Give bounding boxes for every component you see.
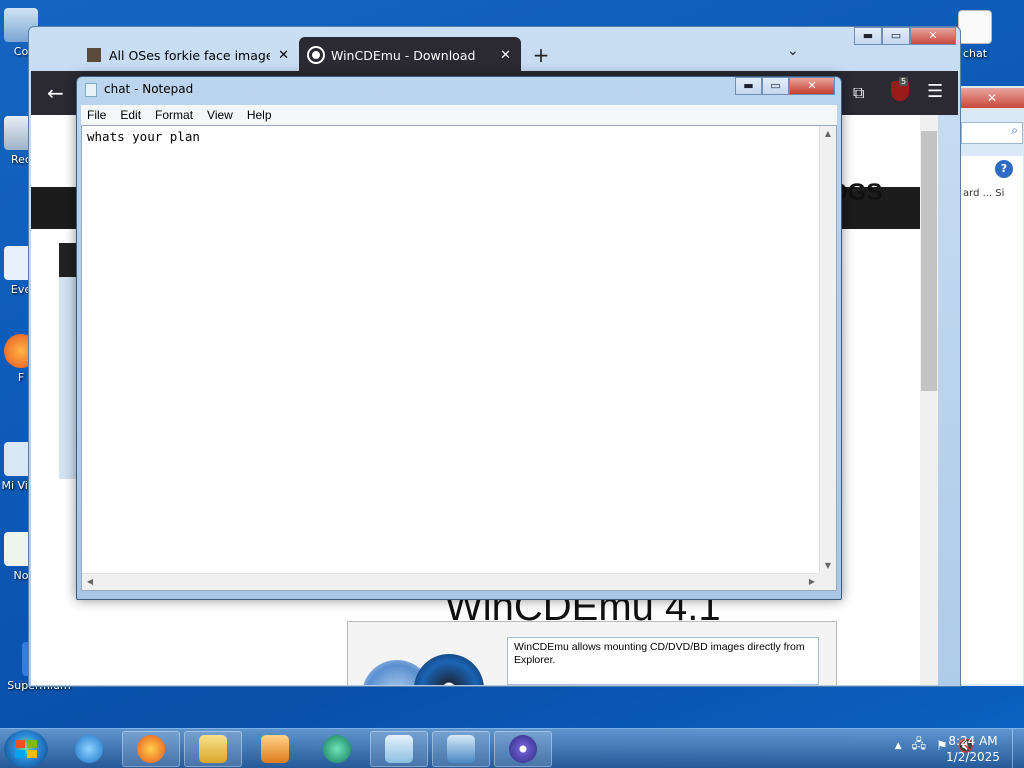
maximize-button[interactable]: ▭ bbox=[882, 27, 910, 45]
window-controls: ▬ ▭ ✕ bbox=[854, 27, 956, 45]
taskbar-explorer[interactable] bbox=[184, 731, 242, 767]
explorer-close-button[interactable]: ✕ bbox=[959, 88, 1024, 108]
taskbar-firefox[interactable] bbox=[122, 731, 180, 767]
menu-file[interactable]: File bbox=[87, 108, 106, 122]
chat-app-icon bbox=[323, 735, 351, 763]
horizontal-scrollbar[interactable]: ◀ ▶ bbox=[82, 573, 820, 590]
windows-logo-icon bbox=[15, 740, 37, 758]
menu-edit[interactable]: Edit bbox=[120, 108, 141, 122]
extensions-icon[interactable]: ⧉ bbox=[853, 83, 864, 103]
page-scrollbar[interactable] bbox=[920, 115, 938, 685]
desktop-icon-label: F bbox=[17, 371, 25, 384]
notepad-icon bbox=[385, 735, 413, 763]
notepad-titlebar[interactable]: chat - Notepad ▬ ▭ ✕ bbox=[77, 77, 841, 103]
taskbar-media-player[interactable] bbox=[246, 731, 304, 767]
disc-icon bbox=[509, 735, 537, 763]
notepad-icon bbox=[85, 83, 97, 97]
text-editor[interactable]: whats your plan ▲ ▼ ◀ ▶ bbox=[81, 125, 837, 591]
scroll-up-arrow-icon[interactable]: ▲ bbox=[820, 126, 836, 142]
search-icon: ⌕ bbox=[1011, 123, 1018, 137]
desktop-icon-label: No bbox=[13, 569, 29, 582]
clock[interactable]: 8:24 AM 1/2/2025 bbox=[938, 733, 1008, 765]
taskbar-notepad[interactable] bbox=[370, 731, 428, 767]
scroll-right-arrow-icon[interactable]: ▶ bbox=[804, 574, 820, 590]
taskbar-app[interactable] bbox=[308, 731, 366, 767]
tab-strip: All OSes forkie face image.jpg ✕ WinCDEm… bbox=[77, 37, 561, 73]
desktop-icon-label: Co bbox=[13, 45, 29, 58]
explorer-window: ✕ ⌕ ? ard ... Si bbox=[958, 86, 1024, 686]
menu-help[interactable]: Help bbox=[247, 108, 272, 122]
tab-forkie-image[interactable]: All OSes forkie face image.jpg ✕ bbox=[77, 37, 299, 73]
scrollbar-thumb[interactable] bbox=[921, 131, 937, 391]
vertical-scrollbar[interactable]: ▲ ▼ bbox=[819, 126, 836, 574]
close-button[interactable]: ✕ bbox=[789, 77, 835, 95]
media-player-icon bbox=[261, 735, 289, 763]
network-icon[interactable]: 🖧 bbox=[912, 735, 927, 757]
new-tab-button[interactable]: + bbox=[521, 37, 561, 73]
explorer-search-box[interactable]: ⌕ bbox=[961, 122, 1023, 144]
window-controls: ▬ ▭ ✕ bbox=[735, 77, 835, 95]
folder-icon bbox=[199, 735, 227, 763]
desktop-icon-label: chat bbox=[962, 47, 988, 60]
notepad-window: chat - Notepad ▬ ▭ ✕ File Edit Format Vi… bbox=[76, 76, 842, 600]
tray-expand-icon[interactable]: ▲ bbox=[895, 741, 902, 751]
help-icon[interactable]: ? bbox=[995, 160, 1013, 178]
maximize-button[interactable]: ▭ bbox=[762, 77, 789, 95]
window-title: chat - Notepad bbox=[104, 82, 194, 96]
product-description: WinCDEmu allows mounting CD/DVD/BD image… bbox=[507, 637, 819, 685]
clock-date: 1/2/2025 bbox=[946, 750, 1000, 764]
column-headers: ard ... Si bbox=[963, 188, 1005, 199]
tab-list-chevron-icon[interactable]: ⌄ bbox=[787, 43, 799, 59]
window-icon bbox=[447, 735, 475, 763]
minimize-button[interactable]: ▬ bbox=[735, 77, 762, 95]
scroll-down-arrow-icon[interactable]: ▼ bbox=[820, 558, 836, 574]
scroll-left-arrow-icon[interactable]: ◀ bbox=[82, 574, 98, 590]
back-arrow-icon[interactable]: ← bbox=[47, 81, 64, 105]
gear-favicon-icon bbox=[307, 46, 325, 64]
menu-view[interactable]: View bbox=[207, 108, 233, 122]
hamburger-menu-icon[interactable]: ☰ bbox=[927, 81, 943, 102]
clock-time: 8:24 AM bbox=[948, 734, 998, 748]
tab-title: WinCDEmu - Download bbox=[331, 47, 476, 63]
text-file-icon bbox=[958, 10, 992, 44]
editor-content: whats your plan bbox=[87, 129, 200, 144]
internet-explorer-icon bbox=[75, 735, 103, 763]
close-button[interactable]: ✕ bbox=[910, 27, 956, 45]
firefox-icon bbox=[137, 735, 165, 763]
tab-close-icon[interactable]: ✕ bbox=[500, 48, 511, 63]
taskbar-window[interactable] bbox=[432, 731, 490, 767]
ublock-badge: 5 bbox=[899, 77, 909, 86]
tab-wincdemu[interactable]: WinCDEmu - Download ✕ bbox=[299, 37, 521, 73]
minimize-button[interactable]: ▬ bbox=[854, 27, 882, 45]
tab-title: All OSes forkie face image.jpg bbox=[109, 47, 271, 63]
start-button[interactable] bbox=[4, 730, 48, 768]
taskbar-ie[interactable] bbox=[60, 731, 118, 767]
dvd-disc-icon bbox=[414, 654, 484, 685]
image-favicon-icon bbox=[87, 48, 101, 62]
tab-close-icon[interactable]: ✕ bbox=[278, 48, 289, 63]
explorer-content: ? ard ... Si bbox=[961, 156, 1023, 684]
taskbar-wincdemu[interactable] bbox=[494, 731, 552, 767]
menu-format[interactable]: Format bbox=[155, 108, 193, 122]
show-desktop-button[interactable] bbox=[1012, 729, 1024, 768]
menu-bar: File Edit Format View Help bbox=[81, 105, 837, 125]
taskbar: ▲ 🖧 ⚑ 🔇 8:24 AM 1/2/2025 bbox=[0, 728, 1024, 768]
scrollbar-corner bbox=[819, 573, 836, 590]
